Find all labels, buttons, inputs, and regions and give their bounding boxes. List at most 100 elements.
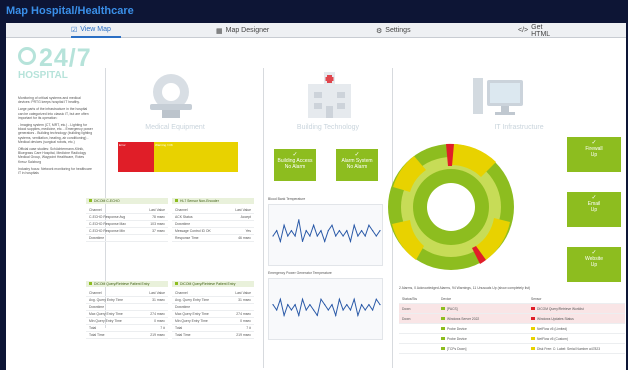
data-point — [353, 298, 355, 300]
grid-icon: ▦ — [216, 27, 223, 35]
data-point — [324, 304, 326, 306]
data-point — [372, 309, 374, 311]
data-point — [379, 304, 381, 306]
tab-get-html[interactable]: </> Get HTML — [518, 23, 558, 38]
table-row[interactable]: Down Windows Server 2022 Windows Updates… — [399, 314, 625, 324]
data-point — [309, 304, 311, 306]
device-icon — [441, 307, 445, 311]
data-point — [346, 304, 348, 306]
data-point — [287, 304, 289, 306]
data-point — [349, 240, 352, 242]
computer-image — [471, 76, 533, 121]
data-point — [357, 314, 359, 316]
data-point — [331, 224, 333, 226]
device-icon — [441, 347, 445, 351]
website-tile[interactable]: ✓ Website Up — [567, 247, 621, 282]
data-point — [324, 240, 326, 242]
data-point — [338, 230, 341, 232]
data-point — [368, 224, 370, 226]
data-point — [342, 235, 344, 237]
divider — [263, 68, 264, 368]
table-row: Downtime — [172, 221, 254, 228]
gear-icon: ⚙ — [376, 27, 383, 35]
sensor-sunburst-chart[interactable] — [386, 142, 516, 277]
medical-status-bar[interactable]: Error Warning / OK — [118, 142, 238, 172]
sensor-status-icon — [531, 317, 535, 321]
device-icon — [441, 317, 445, 321]
data-point — [279, 240, 281, 242]
data-point — [312, 224, 315, 226]
data-point — [316, 235, 318, 237]
table-row: Message Control ID OK Yes — [172, 228, 254, 235]
data-point — [335, 314, 337, 316]
table-row: Max Query Entry Time 274 msec — [86, 311, 168, 318]
hospital-building-image — [302, 70, 357, 120]
tab-bar: ☑ View Map ▦ Map Designer ⚙ Settings </> Get… — [6, 23, 626, 38]
device-icon — [441, 327, 445, 331]
email-tile[interactable]: ✓ Email Up — [567, 192, 621, 227]
data-point — [312, 309, 315, 311]
alarm-table: Status/Sts Device Sensor Down [PACS] DIC… — [399, 294, 625, 354]
data-point — [320, 230, 322, 232]
table-row: Downtime — [86, 304, 168, 311]
table-row[interactable]: [TCPs Down] Disk Free: C: Label: Serial … — [399, 344, 625, 354]
device-icon — [441, 337, 445, 341]
table-row: Downtime — [172, 304, 254, 311]
data-point — [379, 230, 381, 232]
table-row: Response Time 46 msec — [172, 235, 254, 242]
table-row: Downtime — [86, 235, 168, 242]
data-point — [360, 230, 363, 232]
tab-settings[interactable]: ⚙ Settings — [376, 23, 416, 38]
table-row[interactable]: Down [PACS] DICOM Query/Retrieve Worklis… — [399, 304, 625, 314]
data-point — [360, 304, 363, 306]
data-point — [316, 314, 318, 316]
data-point — [305, 309, 307, 311]
data-point — [331, 304, 333, 306]
table-row: C-ECHO Response Avg 78 msec — [86, 214, 168, 221]
building-access-tile[interactable]: ✓ Building Access No Alarm — [274, 149, 316, 181]
series-line — [272, 297, 381, 318]
blood-bank-chart[interactable] — [268, 204, 383, 266]
clock-icon — [18, 47, 36, 66]
table-row: Total Time 219 msec — [172, 332, 254, 339]
tab-view-map[interactable]: ☑ View Map — [71, 23, 121, 38]
data-point — [283, 224, 285, 226]
firewall-tile[interactable]: ✓ Firewall Up — [567, 137, 621, 172]
table-row: Total 7 # — [172, 325, 254, 332]
tab-map-designer[interactable]: ▦ Map Designer — [216, 23, 276, 38]
alarm-system-tile[interactable]: ✓ Alarm System No Alarm — [336, 149, 378, 181]
data-point — [301, 298, 304, 300]
hl7-table[interactable]: HL7 Sensor Non-Encoder Channel Last Value… — [172, 198, 254, 242]
ct-scanner-image — [136, 70, 206, 120]
check-icon: ☑ — [71, 26, 78, 34]
section-building-title: Building Technology — [296, 124, 360, 131]
data-point — [368, 304, 370, 306]
data-point — [309, 235, 311, 237]
dicom-query-table-2[interactable]: DICOM Query/Retrieve Patient Entry Chann… — [172, 281, 254, 339]
table-row: Min Query Entry Time 0 msec — [86, 318, 168, 325]
table-header: Status/Sts Device Sensor — [399, 294, 625, 304]
table-row: Avg. Query Entry Time 31 msec — [172, 297, 254, 304]
generator-chart[interactable] — [268, 278, 383, 340]
dicom-query-table-1[interactable]: DICOM Query/Retrieve Patient Entry Chann… — [86, 281, 168, 339]
generator-chart-title: Emergency Power Generator Temperature — [268, 271, 332, 275]
table-row[interactable]: Probe Device NetFlow v5 (Custom) — [399, 334, 625, 344]
data-point — [364, 309, 366, 311]
data-point — [294, 304, 296, 306]
data-point — [357, 235, 359, 237]
sensor-status-icon — [531, 347, 535, 351]
data-point — [301, 240, 304, 242]
sensor-status-icon — [531, 307, 535, 311]
data-point — [272, 304, 274, 306]
data-point — [346, 230, 348, 232]
dicom-echo-table[interactable]: DICOM C-ECHO Channel Last Value C-ECHO Re… — [86, 198, 168, 242]
data-point — [372, 230, 374, 232]
data-point — [335, 235, 337, 237]
alarm-summary[interactable]: 2 Alarms, 0 Acknowledged Alarms, 94 Warn… — [399, 286, 530, 290]
data-point — [375, 298, 377, 300]
data-point — [298, 314, 300, 316]
data-point — [279, 298, 281, 300]
series-line — [272, 219, 381, 244]
table-row: Min Query Entry Time 0 msec — [172, 318, 254, 325]
table-row[interactable]: Probe Device NetFlow v5 (Limited) — [399, 324, 625, 334]
